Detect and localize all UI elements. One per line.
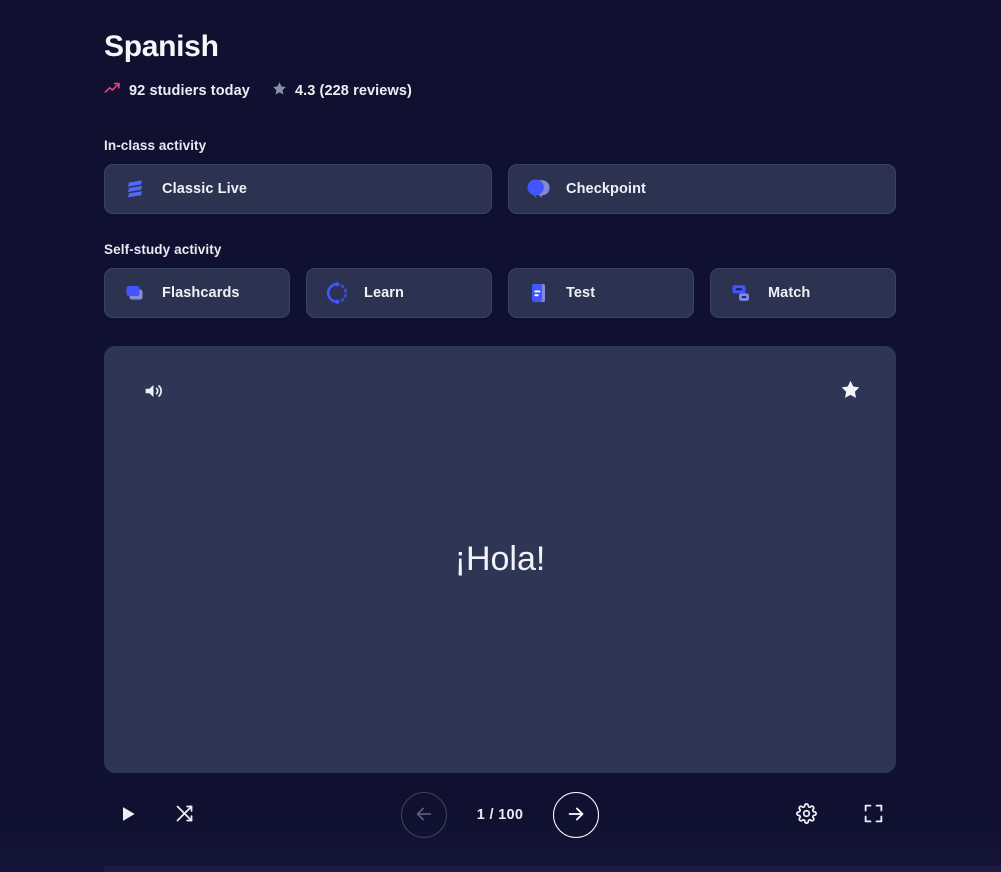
match-icon	[728, 280, 754, 306]
previous-card-button[interactable]	[401, 792, 447, 838]
page-content: Spanish 92 studiers today 4.3 (228 revie…	[104, 0, 896, 843]
learn-icon	[324, 280, 350, 306]
activity-button-classic-live[interactable]: Classic Live	[104, 164, 492, 214]
self-study-activity-heading: Self-study activity	[104, 242, 222, 257]
next-card-button[interactable]	[553, 792, 599, 838]
activity-label: Classic Live	[162, 181, 248, 197]
trending-up-icon	[104, 80, 121, 102]
activity-button-learn[interactable]: Learn	[306, 268, 492, 318]
rating-stat: 4.3 (228 reviews)	[272, 81, 412, 101]
fullscreen-button[interactable]	[863, 803, 884, 827]
flashcard-term: ¡Hola!	[454, 540, 546, 578]
activity-button-checkpoint[interactable]: Checkpoint	[508, 164, 896, 214]
activity-label: Learn	[364, 285, 404, 301]
controls-right-group	[646, 803, 896, 827]
activity-button-test[interactable]: Test	[508, 268, 694, 318]
flashcard[interactable]: ¡Hola!	[104, 346, 896, 773]
rating-label: 4.3 (228 reviews)	[294, 83, 412, 99]
activity-button-flashcards[interactable]: Flashcards	[104, 268, 290, 318]
star-icon	[272, 81, 287, 101]
flashcards-icon	[122, 280, 148, 306]
self-study-activity-row: Flashcards Learn Test Match	[104, 268, 896, 318]
flashcard-controls: 1 / 100	[104, 787, 896, 843]
shuffle-button[interactable]	[174, 803, 195, 827]
flashcard-study-page: Spanish 92 studiers today 4.3 (228 revie…	[0, 0, 1001, 872]
activity-button-match[interactable]: Match	[710, 268, 896, 318]
activity-label: Checkpoint	[566, 181, 646, 197]
studiers-stat: 92 studiers today	[104, 80, 250, 102]
gear-icon	[796, 803, 817, 827]
activity-label: Match	[768, 285, 811, 301]
controls-center-group: 1 / 100	[354, 792, 646, 838]
bottom-edge-bar	[104, 866, 1001, 872]
page-title: Spanish	[104, 30, 219, 63]
controls-left-group	[104, 803, 354, 827]
shuffle-icon	[174, 803, 195, 827]
test-icon	[526, 280, 552, 306]
in-class-activity-row: Classic Live Checkpoint	[104, 164, 896, 214]
arrow-left-icon	[413, 803, 435, 828]
play-icon	[118, 804, 138, 827]
card-counter: 1 / 100	[476, 807, 524, 823]
activity-label: Flashcards	[162, 285, 240, 301]
settings-button[interactable]	[796, 803, 817, 827]
fullscreen-icon	[863, 803, 884, 827]
checkpoint-icon	[526, 176, 552, 202]
in-class-activity-heading: In-class activity	[104, 138, 207, 153]
studiers-count-label: 92 studiers today	[129, 83, 250, 99]
set-meta-row: 92 studiers today 4.3 (228 reviews)	[104, 80, 896, 102]
play-button[interactable]	[118, 804, 138, 827]
activity-label: Test	[566, 285, 596, 301]
arrow-right-icon	[565, 803, 587, 828]
classic-live-icon	[122, 176, 148, 202]
